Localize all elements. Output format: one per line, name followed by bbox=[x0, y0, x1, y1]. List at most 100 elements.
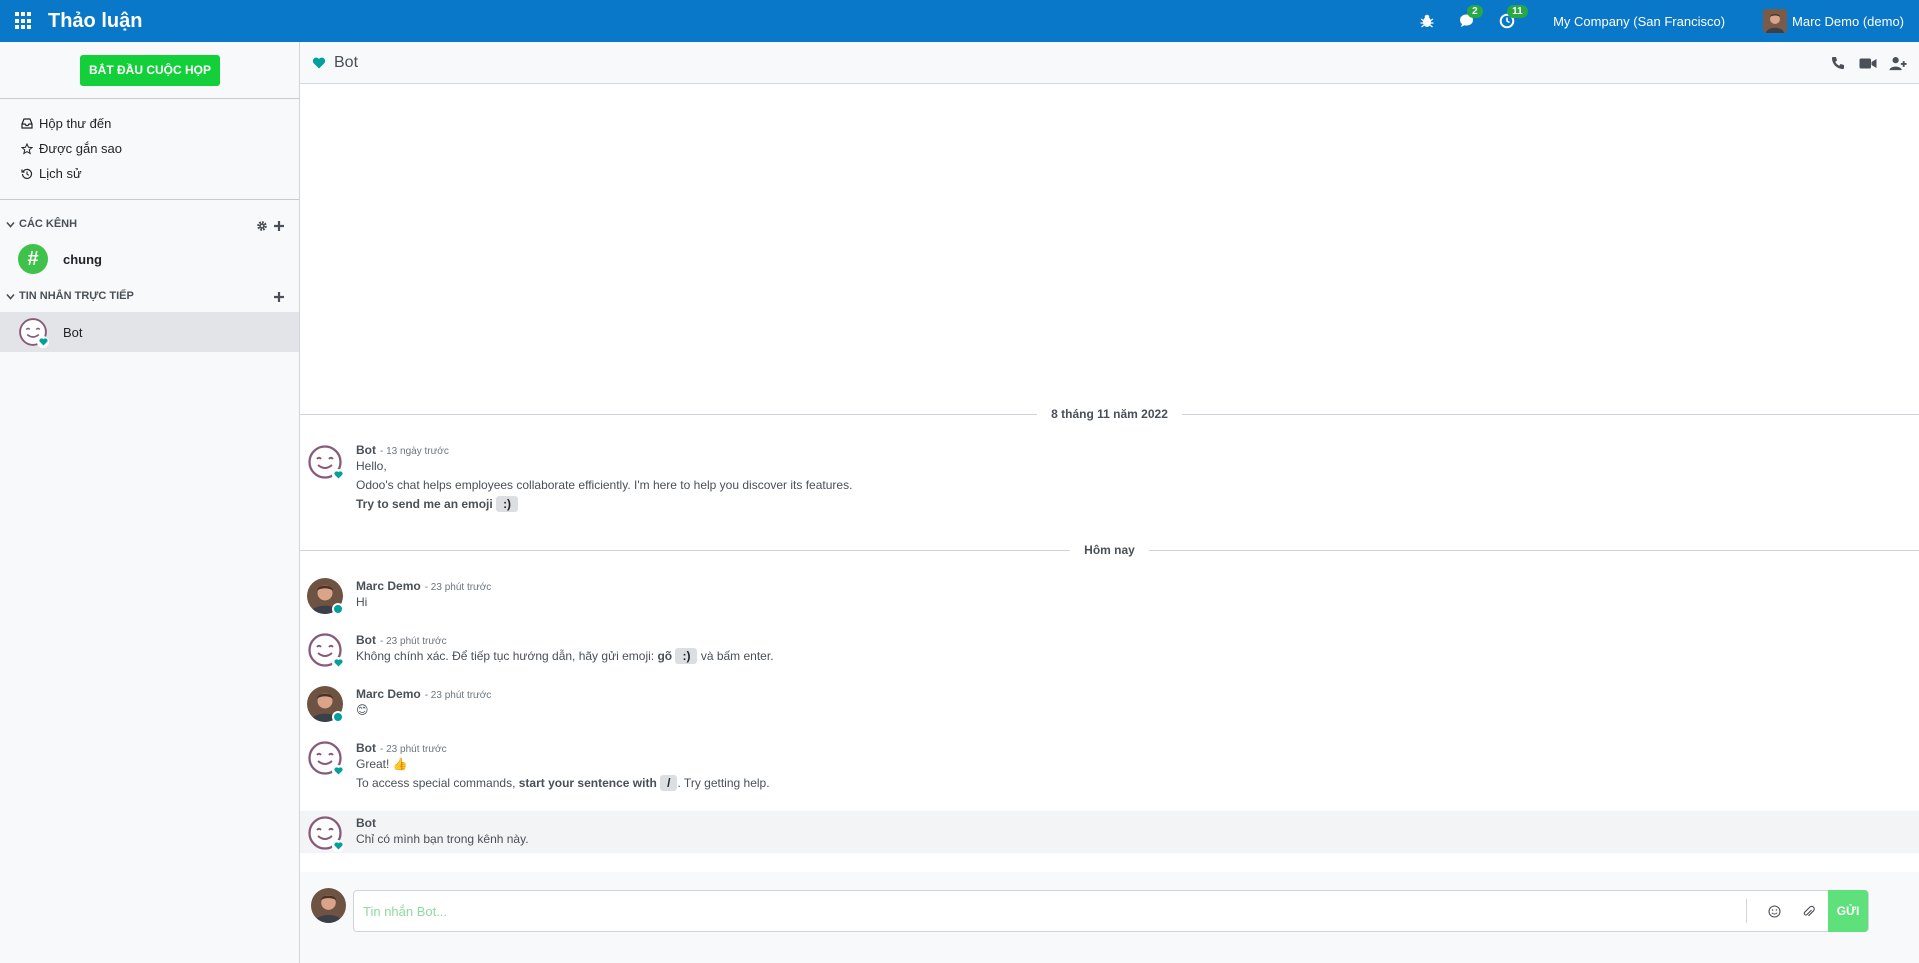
chat-name: Bot bbox=[63, 324, 83, 340]
channel-settings-gear-icon[interactable] bbox=[256, 220, 268, 232]
messages-badge: 2 bbox=[1467, 5, 1483, 18]
user-name: Marc Demo (demo) bbox=[1792, 13, 1904, 29]
message-author[interactable]: Bot bbox=[356, 443, 376, 457]
channels-category-label: CÁC KÊNH bbox=[19, 218, 78, 230]
message-bold-text: Try to send me an emoji bbox=[356, 497, 493, 511]
heart-status-icon bbox=[37, 336, 49, 348]
emoji-code: :) bbox=[675, 648, 698, 664]
channels-category-header[interactable]: CÁC KÊNH bbox=[6, 218, 77, 230]
message-date: - 23 phút trước bbox=[424, 690, 492, 701]
messages-icon[interactable]: 2 bbox=[1459, 5, 1483, 29]
command-code: / bbox=[660, 775, 678, 791]
user-avatar[interactable] bbox=[307, 578, 344, 615]
chevron-down-icon bbox=[6, 293, 15, 300]
start-meeting-button[interactable]: BẮT ĐẦU CUỘC HỌP bbox=[80, 55, 220, 86]
message-date: - 23 phút trước bbox=[380, 744, 447, 755]
sidebar-item-starred[interactable]: Được gắn sao bbox=[20, 141, 122, 156]
star-icon bbox=[20, 142, 34, 156]
message-text: và bấm enter. bbox=[700, 649, 774, 663]
message-bold-text: start your sentence with bbox=[518, 776, 657, 790]
message-text: Hello, bbox=[356, 459, 387, 473]
bot-avatar[interactable] bbox=[307, 815, 344, 852]
heart-icon bbox=[312, 57, 326, 68]
activities-badge: 11 bbox=[1507, 5, 1528, 18]
heart-status-icon bbox=[332, 765, 344, 777]
composer-area: GỬI bbox=[300, 872, 1919, 963]
online-status-icon bbox=[332, 603, 344, 615]
sidebar-item-label: Lịch sử bbox=[39, 166, 82, 181]
add-user-icon[interactable] bbox=[1889, 54, 1907, 72]
message-bold-text: gõ bbox=[657, 649, 673, 663]
message-text: Odoo's chat helps employees collaborate … bbox=[356, 478, 853, 492]
date-separator: Hôm nay bbox=[300, 543, 1919, 557]
app-title[interactable]: Thảo luận bbox=[48, 10, 142, 33]
bot-avatar[interactable] bbox=[307, 740, 344, 777]
chevron-down-icon bbox=[6, 221, 15, 228]
phone-call-icon[interactable] bbox=[1829, 54, 1847, 72]
message-author[interactable]: Bot bbox=[356, 741, 376, 755]
message-input[interactable] bbox=[354, 891, 1746, 931]
message: Marc Demo - 23 phút trước 😊 bbox=[300, 686, 1919, 726]
thumbs-up-emoji: 👍 bbox=[392, 757, 408, 771]
discuss-sidebar: BẮT ĐẦU CUỘC HỌP Hộp thư đến Được gắn sa… bbox=[0, 42, 300, 963]
bot-avatar[interactable] bbox=[307, 632, 344, 669]
message-date: - 13 ngày trước bbox=[380, 446, 449, 457]
composer-divider bbox=[1746, 899, 1747, 923]
hashtag-icon: # bbox=[18, 244, 48, 274]
message: Bot - 23 phút trước Không chính xác. Để t… bbox=[300, 632, 1919, 672]
sidebar-item-inbox[interactable]: Hộp thư đến bbox=[20, 116, 111, 131]
message-text: Không chính xác. Để tiếp tục hướng dẫn, … bbox=[356, 649, 655, 663]
channel-name: chung bbox=[63, 251, 102, 267]
date-separator: 8 tháng 11 năm 2022 bbox=[300, 407, 1919, 421]
sidebar-item-label: Được gắn sao bbox=[39, 141, 122, 156]
add-chat-plus-icon[interactable] bbox=[273, 291, 285, 303]
message-date: - 23 phút trước bbox=[424, 582, 492, 593]
user-menu[interactable]: Marc Demo (demo) bbox=[1763, 9, 1904, 33]
message-emoji: 😊 bbox=[356, 703, 369, 717]
activities-clock-icon[interactable]: 11 bbox=[1499, 5, 1528, 29]
message-author[interactable]: Bot bbox=[356, 816, 376, 830]
message-author[interactable]: Marc Demo bbox=[356, 579, 421, 593]
sidebar-divider bbox=[0, 199, 299, 200]
heart-status-icon bbox=[332, 469, 344, 481]
thread-header: Bot bbox=[300, 42, 1919, 84]
sidebar-item-chat-bot[interactable]: Bot bbox=[0, 312, 299, 352]
message-text: Great! bbox=[356, 757, 390, 771]
message: Bot - 13 ngày trước Hello, Odoo's chat he… bbox=[300, 442, 1919, 524]
message: Marc Demo - 23 phút trước Hi bbox=[300, 578, 1919, 618]
inbox-icon bbox=[20, 117, 34, 131]
message: Bot - 23 phút trước Great! 👍 To access sp… bbox=[300, 740, 1919, 800]
apps-menu-icon[interactable] bbox=[15, 12, 33, 30]
company-switcher[interactable]: My Company (San Francisco) bbox=[1553, 14, 1725, 29]
heart-status-icon bbox=[332, 657, 344, 669]
bug-icon[interactable] bbox=[1419, 13, 1435, 29]
heart-status-icon bbox=[332, 840, 344, 852]
video-call-icon[interactable] bbox=[1859, 54, 1877, 72]
user-avatar bbox=[1763, 9, 1788, 33]
channel-avatar: # bbox=[18, 244, 48, 274]
add-channel-plus-icon[interactable] bbox=[273, 220, 285, 232]
user-avatar[interactable] bbox=[307, 686, 344, 723]
message-text: To access special commands, bbox=[356, 776, 516, 790]
message-text: . Try getting help. bbox=[677, 776, 770, 790]
direct-messages-category-header[interactable]: TIN NHẮN TRỰC TIẾP bbox=[6, 290, 134, 302]
sidebar-item-history[interactable]: Lịch sử bbox=[20, 166, 82, 181]
online-status-icon bbox=[332, 711, 344, 723]
emoji-picker-icon[interactable] bbox=[1762, 899, 1786, 923]
sidebar-divider bbox=[0, 98, 299, 99]
date-separator-label: 8 tháng 11 năm 2022 bbox=[1051, 407, 1168, 421]
direct-messages-category-label: TIN NHẮN TRỰC TIẾP bbox=[19, 290, 134, 302]
sidebar-item-channel-chung[interactable]: # chung bbox=[0, 239, 299, 279]
bot-avatar[interactable] bbox=[307, 444, 344, 481]
paperclip-attachment-icon[interactable] bbox=[1796, 899, 1820, 923]
message-author[interactable]: Marc Demo bbox=[356, 687, 421, 701]
send-button[interactable]: GỬI bbox=[1828, 890, 1868, 932]
message-text: Hi bbox=[356, 595, 368, 609]
emoji-code: :) bbox=[496, 496, 519, 512]
bot-avatar bbox=[18, 317, 49, 348]
sidebar-item-label: Hộp thư đến bbox=[39, 116, 112, 131]
message-author[interactable]: Bot bbox=[356, 633, 376, 647]
history-icon bbox=[20, 167, 34, 181]
date-separator-label: Hôm nay bbox=[1084, 543, 1135, 557]
message: Bot Chỉ có mình bạn trong kênh này. bbox=[300, 811, 1919, 853]
